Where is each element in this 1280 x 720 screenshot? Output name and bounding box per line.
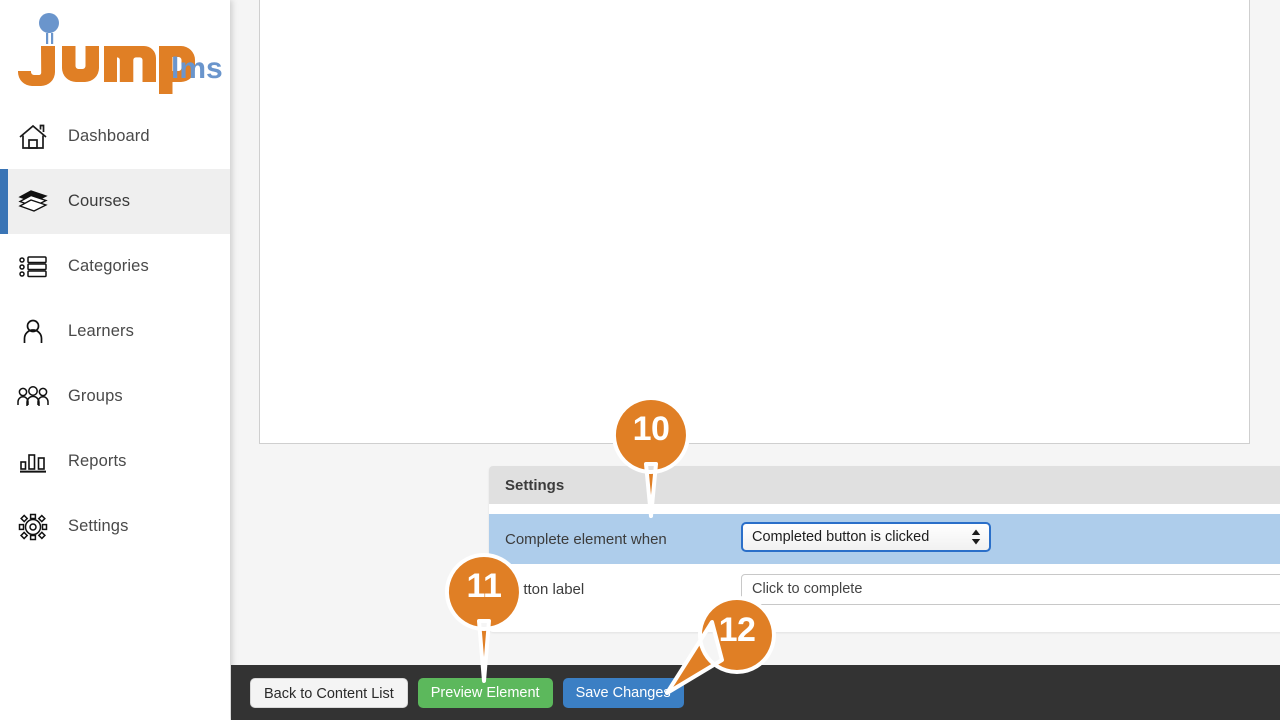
sidebar-item-label: Courses xyxy=(68,192,131,210)
sidebar-item-courses[interactable]: Courses xyxy=(0,169,230,234)
complete-element-when-select[interactable]: Completed button is clicked xyxy=(741,521,991,552)
home-icon xyxy=(16,120,50,154)
list-icon xyxy=(16,250,50,284)
books-icon xyxy=(16,185,50,219)
svg-text:lms: lms xyxy=(171,52,222,85)
sidebar-item-label: Settings xyxy=(68,517,129,535)
button-label-input[interactable] xyxy=(741,573,1280,605)
complete-element-when-label: Complete element when xyxy=(505,530,667,548)
gear-icon xyxy=(16,510,50,544)
preview-element-button[interactable]: Preview Element xyxy=(417,677,553,708)
sidebar-nav: Dashboard Courses Categories Learners Gr… xyxy=(0,104,230,559)
save-changes-button[interactable]: Save Changes xyxy=(562,677,684,708)
app-root: lms Dashboard Courses Categories Learner… xyxy=(0,0,1280,720)
sidebar-item-label: Dashboard xyxy=(68,127,150,145)
content-editor-panel[interactable] xyxy=(259,0,1250,444)
sidebar-item-groups[interactable]: Groups xyxy=(0,364,230,429)
settings-panel-title: Settings xyxy=(505,476,565,494)
sidebar-item-label: Reports xyxy=(68,452,127,470)
sidebar-item-dashboard[interactable]: Dashboard xyxy=(0,104,230,169)
main-content: Settings Complete element when Completed… xyxy=(230,0,1280,720)
select-selected-value: Completed button is clicked xyxy=(752,528,930,545)
back-to-content-list-button[interactable]: Back to Content List xyxy=(250,677,408,708)
sidebar-item-settings[interactable]: Settings xyxy=(0,494,230,559)
sidebar-item-learners[interactable]: Learners xyxy=(0,299,230,364)
settings-panel-header: Settings xyxy=(489,466,1280,504)
complete-element-when-control: Completed button is clicked xyxy=(741,521,1280,557)
brand-logo[interactable]: lms xyxy=(0,0,230,100)
button-label-label: Button label xyxy=(505,580,585,598)
settings-panel: Settings Complete element when Completed… xyxy=(489,466,1280,632)
settings-panel-body: Complete element when Completed button i… xyxy=(489,504,1280,632)
button-label-control xyxy=(741,573,1280,605)
sidebar-item-label: Categories xyxy=(68,257,149,275)
sidebar-item-label: Learners xyxy=(68,322,134,340)
form-row-button-label: Button label xyxy=(489,564,1280,614)
bar-chart-icon xyxy=(16,445,50,479)
user-icon xyxy=(16,315,50,349)
footer-action-bar: Back to Content List Preview Element Sav… xyxy=(231,665,1280,720)
sidebar: lms Dashboard Courses Categories Learner… xyxy=(0,0,230,720)
form-row-complete-element-when: Complete element when Completed button i… xyxy=(489,514,1280,564)
chevron-updown-icon xyxy=(971,529,981,544)
sidebar-item-reports[interactable]: Reports xyxy=(0,429,230,494)
sidebar-item-label: Groups xyxy=(68,387,123,405)
users-group-icon xyxy=(16,380,50,414)
sidebar-item-categories[interactable]: Categories xyxy=(0,234,230,299)
jumplms-logo-icon: lms xyxy=(18,13,222,94)
